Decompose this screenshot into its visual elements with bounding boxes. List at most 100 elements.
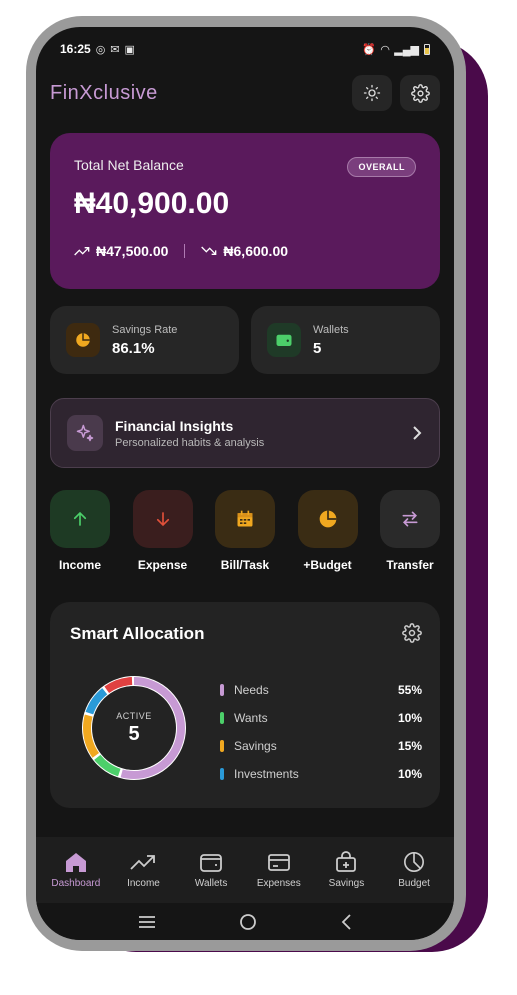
savings-rate-label: Savings Rate [112,323,178,336]
wallets-label: Wallets [313,323,349,336]
bill-task-action-label: Bill/Task [220,558,270,572]
investments-swatch [220,768,224,780]
savings-rate-card[interactable]: Savings Rate 86.1% [50,306,239,374]
legend-percent: 55% [397,683,422,697]
income-action-button[interactable] [50,490,110,548]
legend-item-wants: Wants 10% [220,704,422,732]
theme-toggle-button[interactable] [352,75,392,111]
wallets-count: 5 [313,339,322,357]
app-screen: 16:25 ◎ ✉ ▣ ⏰ ◠ ▂▄▆ FinXclusive Total Ne… [36,27,454,940]
gear-icon [410,83,430,103]
gmail-icon: ✉ [110,43,120,56]
system-navigation-bar [36,903,454,940]
nav-label: Income [127,878,160,889]
legend-name: Savings [234,739,277,753]
nav-label: Budget [398,878,430,889]
whatsapp-icon: ◎ [95,43,106,56]
legend-percent: 15% [397,739,422,753]
transfer-action-label: Transfer [386,558,434,572]
insights-title: Financial Insights [115,417,234,434]
wallet-icon [267,323,301,357]
savings-rate-value: 86.1% [112,339,155,357]
legend-item-needs: Needs 55% [220,676,422,704]
quick-actions: Income Expense Bill/Task +Budget Transfe… [50,490,440,572]
calendar-icon [237,510,253,527]
legend-item-investments: Investments 10% [220,760,422,788]
budget-action[interactable]: +Budget [297,490,358,572]
nav-item-dashboard[interactable]: Dashboard [43,851,109,889]
nav-item-wallets[interactable]: Wallets [178,851,244,889]
insights-subtitle: Personalized habits & analysis [115,436,265,449]
status-bar: 16:25 ◎ ✉ ▣ ⏰ ◠ ▂▄▆ [36,27,454,71]
total-income: ₦47,500.00 [96,243,169,259]
back-icon[interactable] [340,913,352,930]
recents-icon[interactable] [138,915,156,929]
home-button-icon[interactable] [239,913,257,931]
nav-label: Dashboard [51,878,101,889]
nav-label: Expenses [256,878,301,889]
income-action-label: Income [58,558,101,572]
nav-label: Savings [328,878,365,889]
bill-task-action[interactable]: Bill/Task [215,490,275,572]
transfer-action-button[interactable] [380,490,440,548]
expense-action-button[interactable] [132,490,193,548]
nav-label: Wallets [194,878,228,889]
allocation-title: Smart Allocation [70,624,205,643]
alarm-icon: ⏰ [362,43,376,56]
net-balance-card[interactable]: Total Net Balance OVERALL ₦40,900.00 ₦47… [50,133,440,289]
legend-percent: 10% [397,711,422,725]
chevron-right-icon [413,426,422,440]
pie-chart-icon [404,852,425,872]
total-expense: ₦6,600.00 [223,243,289,259]
sparkle-icon [67,415,103,451]
balance-amount: ₦40,900.00 [74,187,230,220]
wallets-card[interactable]: Wallets 5 [251,306,440,374]
financial-insights-card[interactable]: Financial Insights Personalized habits &… [50,398,440,468]
expense-action[interactable]: Expense [132,490,193,572]
sun-icon [363,84,381,102]
legend-name: Needs [234,683,269,697]
legend-name: Investments [234,767,299,781]
gear-icon[interactable] [402,623,422,643]
allocation-legend: Needs 55% Wants 10% Savings 15% Investme… [220,676,422,788]
smart-allocation-card: Smart Allocation ACTIVE 5 Needs 55% Want… [50,602,440,808]
needs-swatch [220,684,224,696]
settings-button[interactable] [400,75,440,111]
transfer-action[interactable]: Transfer [380,490,440,572]
bill-task-action-button[interactable] [215,490,275,548]
home-icon [65,853,86,872]
app-title: FinXclusive [50,81,158,104]
card-icon [267,854,290,871]
nav-item-budget[interactable]: Budget [381,851,447,889]
savings-swatch [220,740,224,752]
nav-item-savings[interactable]: Savings [313,851,379,889]
pie-icon [66,323,100,357]
swap-icon [402,511,418,527]
legend-name: Wants [234,711,268,725]
donut-center-value: 5 [128,722,140,745]
wifi-icon: ◠ [380,43,390,56]
message-icon: ▣ [124,43,135,56]
status-time: 16:25 [60,42,91,56]
income-action[interactable]: Income [50,490,110,572]
piggy-icon [336,851,357,872]
pie-icon [319,510,336,528]
wallet-icon [200,854,223,872]
wants-swatch [220,712,224,724]
arrow-up-icon [73,511,87,526]
bottom-navigation: Dashboard Income Wallets Expenses Saving… [36,837,454,903]
donut-center-label: ACTIVE [116,710,152,721]
budget-action-label: +Budget [303,558,352,572]
divider [184,244,186,258]
nav-item-expenses[interactable]: Expenses [246,851,312,889]
legend-item-savings: Savings 15% [220,732,422,760]
trend-up-icon [74,247,90,256]
arrow-down-icon [156,512,169,527]
expense-action-label: Expense [137,558,188,572]
battery-icon [424,43,430,55]
signal-icon: ▂▄▆ [394,43,419,56]
budget-action-button[interactable] [297,490,358,548]
nav-item-income[interactable]: Income [110,851,176,889]
overall-badge[interactable]: OVERALL [347,157,416,177]
trend-down-icon [201,246,217,255]
